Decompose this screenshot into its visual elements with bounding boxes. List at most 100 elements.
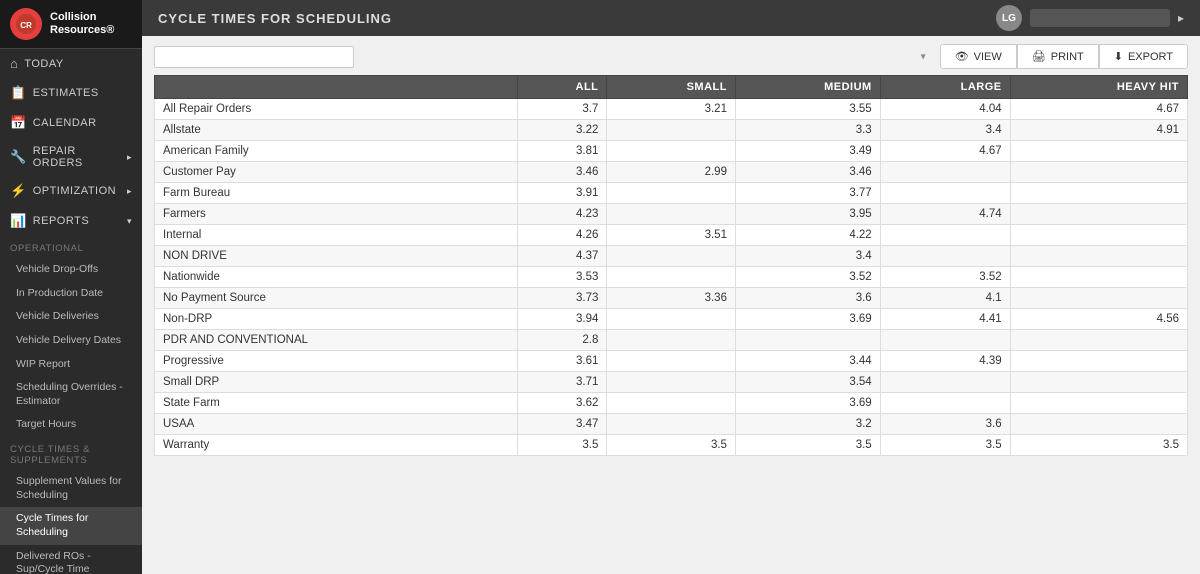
- cell-label: PDR AND CONVENTIONAL: [155, 330, 518, 351]
- cell-all: 3.22: [518, 120, 607, 141]
- table-row: PDR AND CONVENTIONAL2.8: [155, 330, 1188, 351]
- col-header-medium: MEDIUM: [735, 76, 880, 99]
- view-label: VIEW: [974, 51, 1002, 63]
- table-row: State Farm3.623.69: [155, 393, 1188, 414]
- cell-medium: 3.54: [735, 372, 880, 393]
- table-row: American Family3.813.494.67: [155, 141, 1188, 162]
- reports-icon: 📊: [10, 213, 27, 229]
- cell-label: NON DRIVE: [155, 246, 518, 267]
- table-row: Non-DRP3.943.694.414.56: [155, 309, 1188, 330]
- col-header-large: LARGE: [880, 76, 1010, 99]
- cell-medium: 3.77: [735, 183, 880, 204]
- cell-label: State Farm: [155, 393, 518, 414]
- cell-small: [607, 309, 736, 330]
- optimization-arrow: ▸: [127, 186, 132, 197]
- cell-heavy: 4.56: [1010, 309, 1187, 330]
- sidebar-sub-scheduling-overrides[interactable]: Scheduling Overrides - Estimator: [0, 376, 142, 413]
- user-area: LG ▸: [996, 5, 1184, 31]
- col-header-heavy: HEAVY HIT: [1010, 76, 1187, 99]
- cell-all: 3.81: [518, 141, 607, 162]
- cell-medium: 3.55: [735, 99, 880, 120]
- cell-all: 3.53: [518, 267, 607, 288]
- col-header-all: ALL: [518, 76, 607, 99]
- cell-medium: 3.69: [735, 309, 880, 330]
- sidebar-item-estimates[interactable]: 📋 ESTIMATES: [0, 78, 142, 108]
- cell-label: Progressive: [155, 351, 518, 372]
- cell-label: American Family: [155, 141, 518, 162]
- sidebar-sub-wip-report[interactable]: WIP Report: [0, 353, 142, 377]
- view-button[interactable]: 👁 VIEW: [940, 44, 1017, 69]
- cell-label: All Repair Orders: [155, 99, 518, 120]
- filter-dropdown[interactable]: [154, 46, 354, 68]
- cell-medium: 3.49: [735, 141, 880, 162]
- sidebar-item-optimization[interactable]: ⚡ OPTIMIZATION ▸: [0, 176, 142, 206]
- export-icon: ⬇: [1114, 50, 1123, 63]
- table-row: NON DRIVE4.373.4: [155, 246, 1188, 267]
- cell-all: 3.91: [518, 183, 607, 204]
- cell-medium: 3.3: [735, 120, 880, 141]
- sidebar-item-reports[interactable]: 📊 REPORTS ▾: [0, 206, 142, 236]
- cell-all: 3.62: [518, 393, 607, 414]
- sidebar-sub-delivered-ros[interactable]: Delivered ROs - Sup/Cycle Time: [0, 545, 142, 574]
- sidebar-item-calendar[interactable]: 📅 CALENDAR: [0, 108, 142, 138]
- sidebar-sub-vehicle-delivery-dates[interactable]: Vehicle Delivery Dates: [0, 329, 142, 353]
- cell-all: 4.23: [518, 204, 607, 225]
- print-icon: 🖨: [1032, 50, 1046, 63]
- cell-all: 4.26: [518, 225, 607, 246]
- cell-medium: 3.44: [735, 351, 880, 372]
- print-button[interactable]: 🖨 PRINT: [1017, 44, 1099, 69]
- cell-large: 3.5: [880, 435, 1010, 456]
- cell-all: 4.37: [518, 246, 607, 267]
- table-row: Customer Pay3.462.993.46: [155, 162, 1188, 183]
- sidebar-sub-vehicle-deliveries[interactable]: Vehicle Deliveries: [0, 305, 142, 329]
- eye-icon: 👁: [955, 50, 969, 63]
- cell-heavy: [1010, 267, 1187, 288]
- cell-heavy: [1010, 414, 1187, 435]
- sidebar-sub-cycle-times[interactable]: Cycle Times for Scheduling: [0, 507, 142, 544]
- sidebar-optimization-label: OPTIMIZATION: [33, 185, 116, 197]
- cell-small: [607, 372, 736, 393]
- cell-medium: 3.95: [735, 204, 880, 225]
- sidebar-item-today[interactable]: ⌂ ToDaY: [0, 49, 142, 78]
- cell-small: [607, 393, 736, 414]
- cell-large: [880, 162, 1010, 183]
- sidebar-sub-vehicle-drop-offs[interactable]: Vehicle Drop-Offs: [0, 258, 142, 282]
- cell-heavy: [1010, 393, 1187, 414]
- export-button[interactable]: ⬇ EXPORT: [1099, 44, 1188, 69]
- sidebar-sub-target-hours[interactable]: Target Hours: [0, 413, 142, 437]
- cell-small: 3.51: [607, 225, 736, 246]
- filter-dropdown-wrap: [154, 46, 932, 68]
- table-row: Farm Bureau3.913.77: [155, 183, 1188, 204]
- cell-large: [880, 246, 1010, 267]
- print-label: PRINT: [1051, 51, 1084, 63]
- user-search-input[interactable]: [1030, 9, 1170, 27]
- cell-heavy: [1010, 372, 1187, 393]
- sidebar-sub-supplement-values[interactable]: Supplement Values for Scheduling: [0, 470, 142, 507]
- cell-small: [607, 141, 736, 162]
- sidebar-calendar-label: CALENDAR: [33, 117, 97, 129]
- main-content: CYCLE TIMES FOR SCHEDULING LG ▸ 👁 VIEW 🖨: [142, 0, 1200, 574]
- cycle-times-table: ALL SMALL MEDIUM LARGE HEAVY HIT All Rep…: [154, 75, 1188, 456]
- cell-large: [880, 225, 1010, 246]
- table-row: USAA3.473.23.6: [155, 414, 1188, 435]
- cell-heavy: [1010, 162, 1187, 183]
- col-header-label: [155, 76, 518, 99]
- cell-label: Small DRP: [155, 372, 518, 393]
- operational-header: OPERATIONAL: [0, 239, 142, 258]
- cell-small: 3.36: [607, 288, 736, 309]
- cell-all: 3.46: [518, 162, 607, 183]
- user-search-arrow: ▸: [1178, 11, 1184, 25]
- sidebar-sub-in-production-date[interactable]: In Production Date: [0, 282, 142, 306]
- cell-label: Farmers: [155, 204, 518, 225]
- sidebar-item-repair-orders[interactable]: 🔧 REPAIR ORDERS ▸: [0, 138, 142, 176]
- cell-all: 3.73: [518, 288, 607, 309]
- cell-small: [607, 183, 736, 204]
- cell-all: 2.8: [518, 330, 607, 351]
- cell-all: 3.7: [518, 99, 607, 120]
- cell-medium: [735, 330, 880, 351]
- cell-label: USAA: [155, 414, 518, 435]
- table-row: Internal4.263.514.22: [155, 225, 1188, 246]
- table-row: Progressive3.613.444.39: [155, 351, 1188, 372]
- cell-small: [607, 120, 736, 141]
- cell-medium: 3.2: [735, 414, 880, 435]
